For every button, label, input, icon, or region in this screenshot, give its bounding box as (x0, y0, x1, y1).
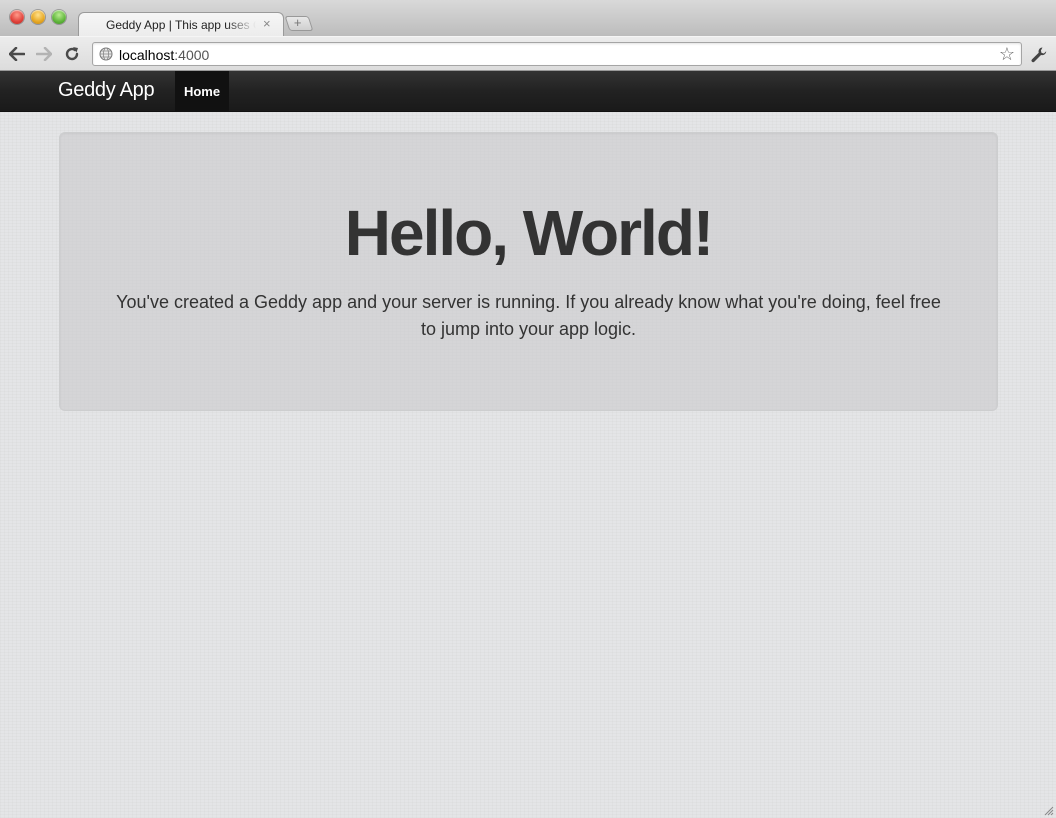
tab-strip: Geddy App | This app uses Geddy × + (0, 0, 1056, 36)
star-icon[interactable]: ☆ (999, 44, 1015, 64)
hero-unit: Hello, World! You've created a Geddy app… (59, 132, 998, 411)
reload-button[interactable] (61, 43, 83, 65)
resize-grip-icon[interactable] (1042, 804, 1054, 816)
wrench-icon[interactable] (1030, 46, 1048, 64)
tab-title: Geddy App | This app uses Geddy (106, 18, 256, 32)
hero-text: You've created a Geddy app and your serv… (116, 292, 941, 339)
page-content: Geddy App Home Hello, World! You've crea… (0, 71, 1056, 818)
forward-arrow-icon (36, 47, 52, 61)
browser-toolbar: localhost:4000 ☆ (0, 36, 1056, 71)
brand-link[interactable]: Geddy App (58, 79, 155, 102)
tab-close-icon[interactable]: × (263, 16, 271, 32)
minimize-window-button[interactable] (31, 10, 45, 24)
forward-button[interactable] (33, 43, 55, 65)
back-arrow-icon (9, 47, 25, 61)
url-text: localhost:4000 (119, 47, 209, 63)
address-bar[interactable]: localhost:4000 ☆ (92, 42, 1022, 66)
zoom-window-button[interactable] (52, 10, 66, 24)
hero-heading: Hello, World! (344, 197, 714, 269)
new-tab-button[interactable]: + (284, 15, 314, 31)
browser-window: Geddy App | This app uses Geddy × + (0, 0, 1056, 818)
nav-item-home[interactable]: Home (175, 71, 229, 111)
globe-icon (99, 47, 113, 61)
close-window-button[interactable] (10, 10, 24, 24)
back-button[interactable] (6, 43, 28, 65)
browser-tab[interactable]: Geddy App | This app uses Geddy × (78, 12, 284, 36)
app-navbar: Geddy App Home (0, 71, 1056, 112)
reload-icon (65, 47, 79, 61)
url-host: localhost (119, 47, 175, 63)
url-port: :4000 (174, 47, 210, 63)
plus-icon: + (293, 15, 302, 30)
